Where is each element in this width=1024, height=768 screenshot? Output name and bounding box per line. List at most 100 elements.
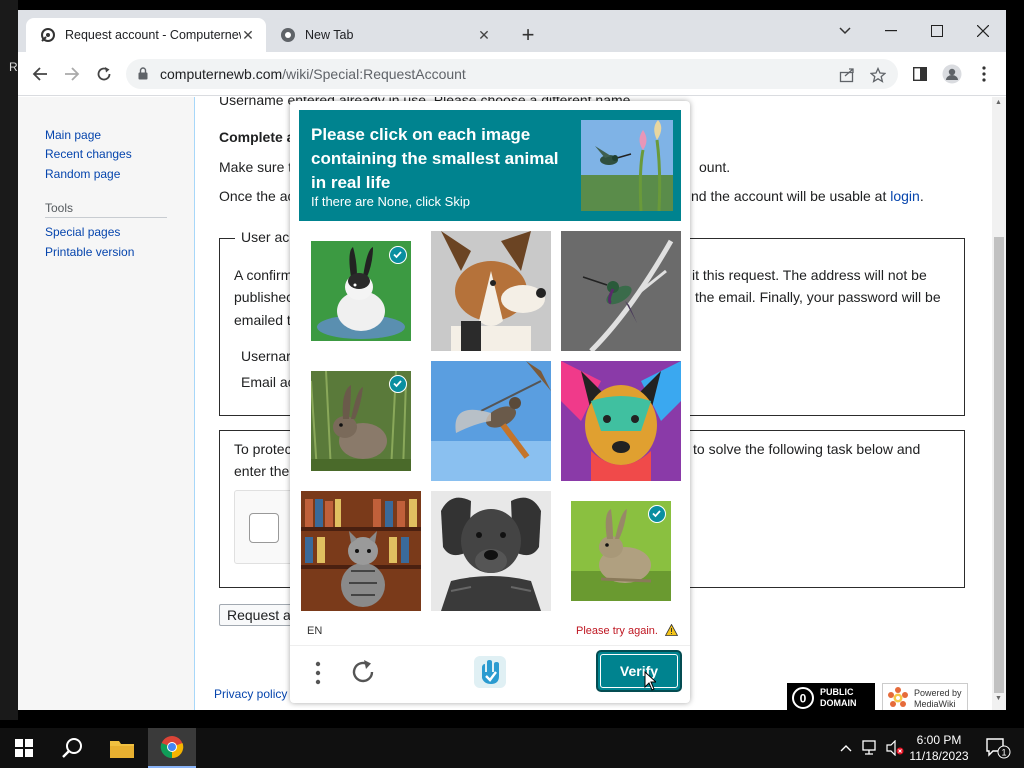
protect-text-1: To protec [234,441,292,457]
start-windows-icon[interactable] [0,728,48,768]
captcha-tile-7[interactable] [301,491,421,611]
notification-center-icon[interactable]: 1 [978,728,1018,768]
captcha-tile-6[interactable] [561,361,681,481]
captcha-prompt-header: Please click on each image containing th… [299,110,681,221]
captcha-menu-icon[interactable] [312,659,324,687]
side-panel-icon[interactable] [908,62,932,86]
url-path: /wiki/Special:RequestAccount [282,66,466,82]
scroll-up-icon[interactable]: ▲ [995,99,1002,106]
captcha-tile-2[interactable] [431,231,551,351]
request-account-button[interactable]: Request ac [219,604,299,626]
badge-line: MediaWiki [914,699,956,709]
captcha-prompt: Please click on each image containing th… [311,125,559,192]
file-explorer-icon[interactable] [98,728,146,768]
tab-request-account[interactable]: Request account - Computernewb ✕ [26,18,266,52]
selected-check-icon [648,505,666,523]
clock-time: 6:00 PM [916,733,962,747]
login-link[interactable]: login [890,188,920,204]
windows-taskbar: 6:00 PM 11/18/2023 1 [0,728,1024,768]
sidebar-item-recent-changes[interactable]: Recent changes [45,147,132,161]
sidebar-item-main-page[interactable]: Main page [45,128,101,142]
bookmark-star-icon[interactable] [869,66,887,84]
public-domain-label: PUBLIC DOMAIN [820,687,857,709]
selected-check-icon [389,375,407,393]
address-bar[interactable]: computernewb.com/wiki/Special:RequestAcc… [126,59,898,89]
chrome-taskbar-icon[interactable] [148,728,196,768]
tab-close-icon[interactable]: ✕ [240,27,256,43]
volume-muted-icon[interactable] [884,728,906,768]
privacy-policy-link[interactable]: Privacy policy [214,687,287,701]
error-text: Please try again. [576,625,658,637]
desktop-background: R [0,0,18,720]
url-text: computernewb.com/wiki/Special:RequestAcc… [160,66,466,82]
profile-avatar-icon[interactable] [940,62,964,86]
desktop-edge-letter: R [9,60,18,74]
period: . [919,188,924,204]
search-icon[interactable] [48,728,96,768]
captcha-subprompt: If there are None, click Skip [311,194,470,209]
captcha-footer-divider [290,645,690,646]
tray-chevron-up-icon[interactable] [836,728,856,768]
hcaptcha-logo-icon[interactable] [472,654,508,690]
user-account-legend: User ac [235,229,296,245]
captcha-error-message: Please try again. [576,623,679,637]
tools-heading: Tools [45,201,74,215]
public-domain-badge[interactable]: 0 PUBLIC DOMAIN [787,683,875,710]
tools-divider [45,217,167,218]
captcha-refresh-icon[interactable] [348,657,378,687]
tab-close-icon[interactable]: ✕ [476,27,492,43]
captcha-tile-3[interactable] [561,231,681,351]
mediawiki-label: Powered by MediaWiki [914,688,962,710]
share-icon[interactable] [838,66,856,84]
browser-toolbar: computernewb.com/wiki/Special:RequestAcc… [18,52,1006,96]
instructions-line-1-end: ount. [699,159,731,175]
captcha-tile-5[interactable] [431,361,551,481]
scroll-down-icon[interactable]: ▼ [995,695,1002,702]
selected-check-icon [389,246,407,264]
svg-text:0: 0 [800,692,807,706]
forward-arrow-icon[interactable] [60,62,84,86]
instructions-text: nd the account will be usable at [691,188,887,204]
minimize-button[interactable] [868,16,914,46]
close-window-button[interactable] [960,16,1006,46]
hcaptcha-checkbox[interactable] [249,513,279,543]
public-domain-icon: 0 [792,687,814,709]
page-heading: Complete a [219,129,295,145]
captcha-tile-8[interactable] [431,491,551,611]
confirm-text-2: publishec [234,289,294,305]
protect-text-1-end: to solve the following task below and [693,441,921,457]
network-icon[interactable] [860,728,882,768]
confirm-text-1: A confirm [234,267,293,283]
page-scrollbar[interactable]: ▲ ▼ [992,97,1006,710]
confirm-text-3: emailed t [234,312,291,328]
captcha-challenge-dialog: Please click on each image containing th… [290,101,690,703]
instructions-line-2: Once the ac [219,188,295,204]
url-domain: computernewb.com [160,66,283,82]
lock-icon[interactable] [138,67,148,85]
verify-button[interactable]: Verify [596,650,682,692]
tab-new-tab[interactable]: New Tab ✕ [266,18,502,52]
sidebar-item-printable-version[interactable]: Printable version [45,245,134,259]
instructions-line-1: Make sure t [219,159,293,175]
maximize-button[interactable] [914,16,960,46]
sidebar-item-random-page[interactable]: Random page [45,167,120,181]
protect-text-2: enter the [234,463,290,479]
wiki-favicon-icon [40,27,56,43]
warning-icon [664,623,679,636]
language-selector[interactable]: EN [307,625,322,637]
reload-icon[interactable] [92,62,116,86]
tab-search-chevron-icon[interactable] [822,16,868,46]
email-label: Email ac [241,374,295,390]
captcha-example-image [581,120,673,212]
new-tab-button[interactable]: + [516,24,540,48]
scrollbar-thumb[interactable] [994,237,1004,693]
system-clock[interactable]: 6:00 PM 11/18/2023 [906,732,972,764]
chrome-menu-icon[interactable] [972,62,996,86]
clock-date: 11/18/2023 [909,749,969,763]
notification-count: 1 [1001,748,1006,758]
mouse-cursor-icon [644,670,658,691]
badge-line: PUBLIC [820,687,854,697]
sidebar-item-special-pages[interactable]: Special pages [45,225,120,239]
powered-by-mediawiki-badge[interactable]: Powered by MediaWiki [882,683,968,710]
back-arrow-icon[interactable] [28,62,52,86]
